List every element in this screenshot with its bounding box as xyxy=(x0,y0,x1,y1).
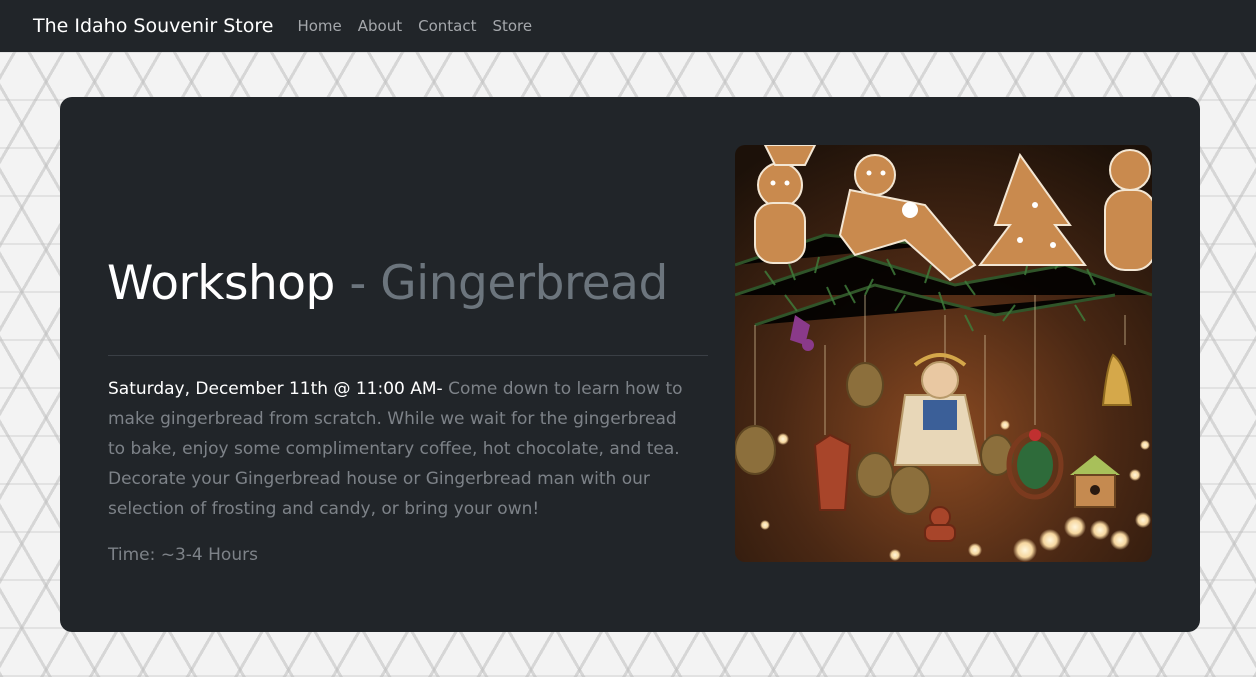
nav-link-contact[interactable]: Contact xyxy=(418,17,476,35)
brand-link[interactable]: The Idaho Souvenir Store xyxy=(33,15,273,37)
workshop-description-text: Come down to learn how to make gingerbre… xyxy=(108,379,683,519)
nav-link-home[interactable]: Home xyxy=(297,17,341,35)
workshop-title: Workshop xyxy=(107,256,335,311)
workshop-heading: Workshop - Gingerbread xyxy=(107,249,668,319)
workshop-card: Workshop - Gingerbread Saturday, Decembe… xyxy=(60,97,1200,632)
heading-separator: - xyxy=(349,256,366,311)
workshop-description: Saturday, December 11th @ 11:00 AM- Come… xyxy=(108,374,698,524)
workshop-subtitle: Gingerbread xyxy=(380,256,668,311)
nav-link-about[interactable]: About xyxy=(358,17,402,35)
workshop-date: Saturday, December 11th @ 11:00 AM- xyxy=(108,379,443,399)
gingerbread-ornaments-photo xyxy=(735,145,1152,562)
top-navbar: The Idaho Souvenir Store Home About Cont… xyxy=(0,0,1256,52)
heading-divider xyxy=(108,355,708,356)
nav-link-store[interactable]: Store xyxy=(492,17,532,35)
workshop-duration: Time: ~3-4 Hours xyxy=(108,545,258,565)
